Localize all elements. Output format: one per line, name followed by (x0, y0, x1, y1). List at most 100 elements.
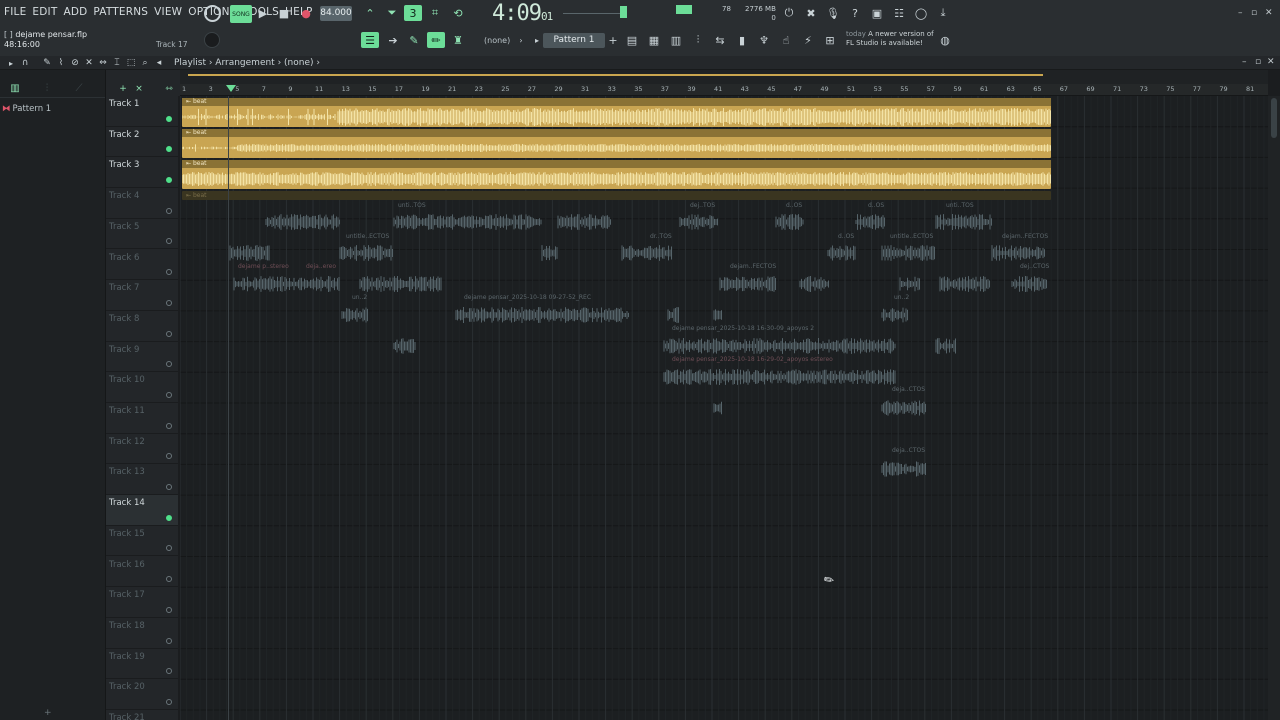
scroll-left-icon[interactable]: ⇿ (160, 81, 178, 97)
timeline-ruler[interactable]: 1 3 5 7 9 11 13 15 17 19 21 23 25 27 29 31 33 35 37 39 41 43 4… (180, 84, 1268, 96)
remove-track-icon[interactable]: × (130, 81, 148, 97)
track-active-led-icon[interactable] (166, 514, 172, 521)
channel-selector[interactable]: (none) (484, 36, 510, 45)
browser-icon[interactable]: ▮ (733, 32, 751, 48)
track-header[interactable]: Track 1 (106, 96, 178, 127)
track-active-led-icon[interactable] (166, 453, 172, 460)
pattern-list-item[interactable]: ⧓ Pattern 1 (2, 104, 51, 114)
news-panel[interactable]: today A newer version of FL Studio is av… (846, 30, 934, 48)
track-active-led-icon[interactable] (166, 422, 172, 429)
tempo-display[interactable]: 84.000 (320, 6, 352, 21)
wait-input-icon[interactable]: ⏷ (383, 5, 401, 21)
playlist-snap-icon[interactable]: ☰ (361, 32, 379, 48)
play-icon[interactable]: ▶ (254, 5, 272, 21)
maximize-icon[interactable]: ▫ (1251, 8, 1257, 18)
routing-icon[interactable]: ⇆ (711, 32, 729, 48)
track-header[interactable]: Track 20 (106, 679, 178, 710)
arrow-icon[interactable]: ➔ (384, 32, 402, 48)
song-mode-toggle[interactable]: SONG (230, 5, 252, 23)
metronome-icon[interactable]: ⌃ (361, 5, 379, 21)
track-active-led-icon[interactable] (166, 207, 172, 214)
help-icon[interactable]: ? (846, 5, 864, 21)
track-active-led-icon[interactable] (166, 361, 172, 368)
draw-pencil-icon[interactable]: ✏ (427, 32, 445, 48)
menu-file[interactable]: FILE (4, 6, 26, 18)
record-icon[interactable]: ● (297, 5, 315, 21)
track-header[interactable]: Track 15 (106, 526, 178, 557)
arrangement-overview[interactable] (180, 70, 1268, 84)
track-header[interactable]: Track 3 (106, 157, 178, 189)
playlist-close-icon[interactable]: ✕ (1267, 57, 1275, 67)
countdown-icon[interactable]: 3 (404, 5, 422, 21)
track-header[interactable]: Track 14 (106, 495, 178, 526)
track-active-led-icon[interactable] (166, 391, 172, 398)
track-header[interactable]: Track 10 (106, 372, 178, 403)
track-active-led-icon[interactable] (166, 238, 172, 245)
menu-add[interactable]: ADD (63, 6, 87, 18)
track-header[interactable]: Track 5 (106, 219, 178, 250)
track-active-led-icon[interactable] (166, 177, 172, 184)
metronome-circle-icon[interactable] (204, 5, 221, 22)
menu-view[interactable]: VIEW (154, 6, 182, 18)
overview-range[interactable] (188, 74, 1043, 76)
track-active-led-icon[interactable] (166, 146, 172, 153)
step-edit-icon[interactable]: ⌗ (426, 5, 444, 21)
microphone-icon[interactable]: 🎙 (824, 5, 842, 21)
add-pattern-icon[interactable]: + (604, 32, 622, 48)
master-pitch-slider[interactable] (563, 13, 621, 14)
track-header[interactable]: Track 19 (106, 649, 178, 680)
track-header[interactable]: Track 16 (106, 557, 178, 588)
track-header[interactable]: Track 17 (106, 587, 178, 618)
playlist-maximize-icon[interactable]: ▫ (1255, 57, 1261, 67)
playlist-grid[interactable]: ⇤ beat ⇤ beat ⇤ beat ⇤ beat unti..TOS de… (180, 96, 1268, 720)
stop-icon[interactable]: ■ (275, 5, 293, 21)
channel-rack-icon[interactable]: ▥ (667, 32, 685, 48)
track-header[interactable]: Track 8 (106, 311, 178, 342)
plugin-icon[interactable]: ♆ (755, 32, 773, 48)
track-active-led-icon[interactable] (166, 115, 172, 122)
magnet-icon[interactable]: ∩ (16, 55, 34, 71)
pattern-selector[interactable]: Pattern 1 (543, 33, 605, 48)
pitch-slider-handle[interactable] (620, 6, 627, 18)
track-header[interactable]: Track 18 (106, 618, 178, 649)
save-icon[interactable]: ▣ (868, 5, 886, 21)
undo-history-icon[interactable]: ⏻ (780, 5, 798, 21)
download-icon[interactable]: ⤓ (934, 5, 952, 21)
update-icon[interactable]: ◍ (936, 32, 954, 48)
track-active-led-icon[interactable] (166, 545, 172, 552)
track-header[interactable]: Track 7 (106, 280, 178, 311)
picker-automation-icon[interactable]: ⟋ (70, 80, 88, 96)
panic-icon[interactable]: ✖ (802, 5, 820, 21)
playhead-marker-icon[interactable] (226, 85, 236, 92)
vertical-scrollbar[interactable] (1268, 96, 1280, 720)
paint-icon[interactable]: ✎ (405, 32, 423, 48)
touch-icon[interactable]: ☝ (777, 32, 795, 48)
cart-icon[interactable]: ⊞ (821, 32, 839, 48)
loop-record-icon[interactable]: ⟲ (449, 5, 467, 21)
track-header[interactable]: Track 4 (106, 188, 178, 219)
track-header[interactable]: Track 9 (106, 342, 178, 373)
macro-icon[interactable]: ⚡ (799, 32, 817, 48)
track-header[interactable]: Track 12 (106, 434, 178, 465)
track-active-led-icon[interactable] (166, 299, 172, 306)
playlist-icon[interactable]: ▤ (623, 32, 641, 48)
chat-icon[interactable]: ◯ (912, 5, 930, 21)
track-active-led-icon[interactable] (166, 637, 172, 644)
add-icon[interactable]: + (44, 708, 52, 718)
playback-tool-icon[interactable]: ◂ (150, 55, 168, 71)
minimize-icon[interactable]: – (1238, 8, 1243, 18)
playlist-minimize-icon[interactable]: – (1242, 57, 1247, 67)
stamp-icon[interactable]: ♜ (449, 32, 467, 48)
track-active-led-icon[interactable] (166, 698, 172, 705)
picker-audio-icon[interactable]: ⫶ (38, 80, 56, 96)
scrollbar-thumb[interactable] (1271, 98, 1277, 138)
picker-pattern-icon[interactable]: ▥ (6, 80, 24, 96)
track-active-led-icon[interactable] (166, 269, 172, 276)
mixer-icon[interactable]: ☷ (890, 5, 908, 21)
menu-patterns[interactable]: PATTERNS (93, 6, 148, 18)
track-header[interactable]: Track 13 (106, 464, 178, 496)
track-header[interactable]: Track 6 (106, 250, 178, 281)
track-header[interactable]: Track 2 (106, 127, 178, 158)
track-active-led-icon[interactable] (166, 576, 172, 583)
track-active-led-icon[interactable] (166, 606, 172, 613)
